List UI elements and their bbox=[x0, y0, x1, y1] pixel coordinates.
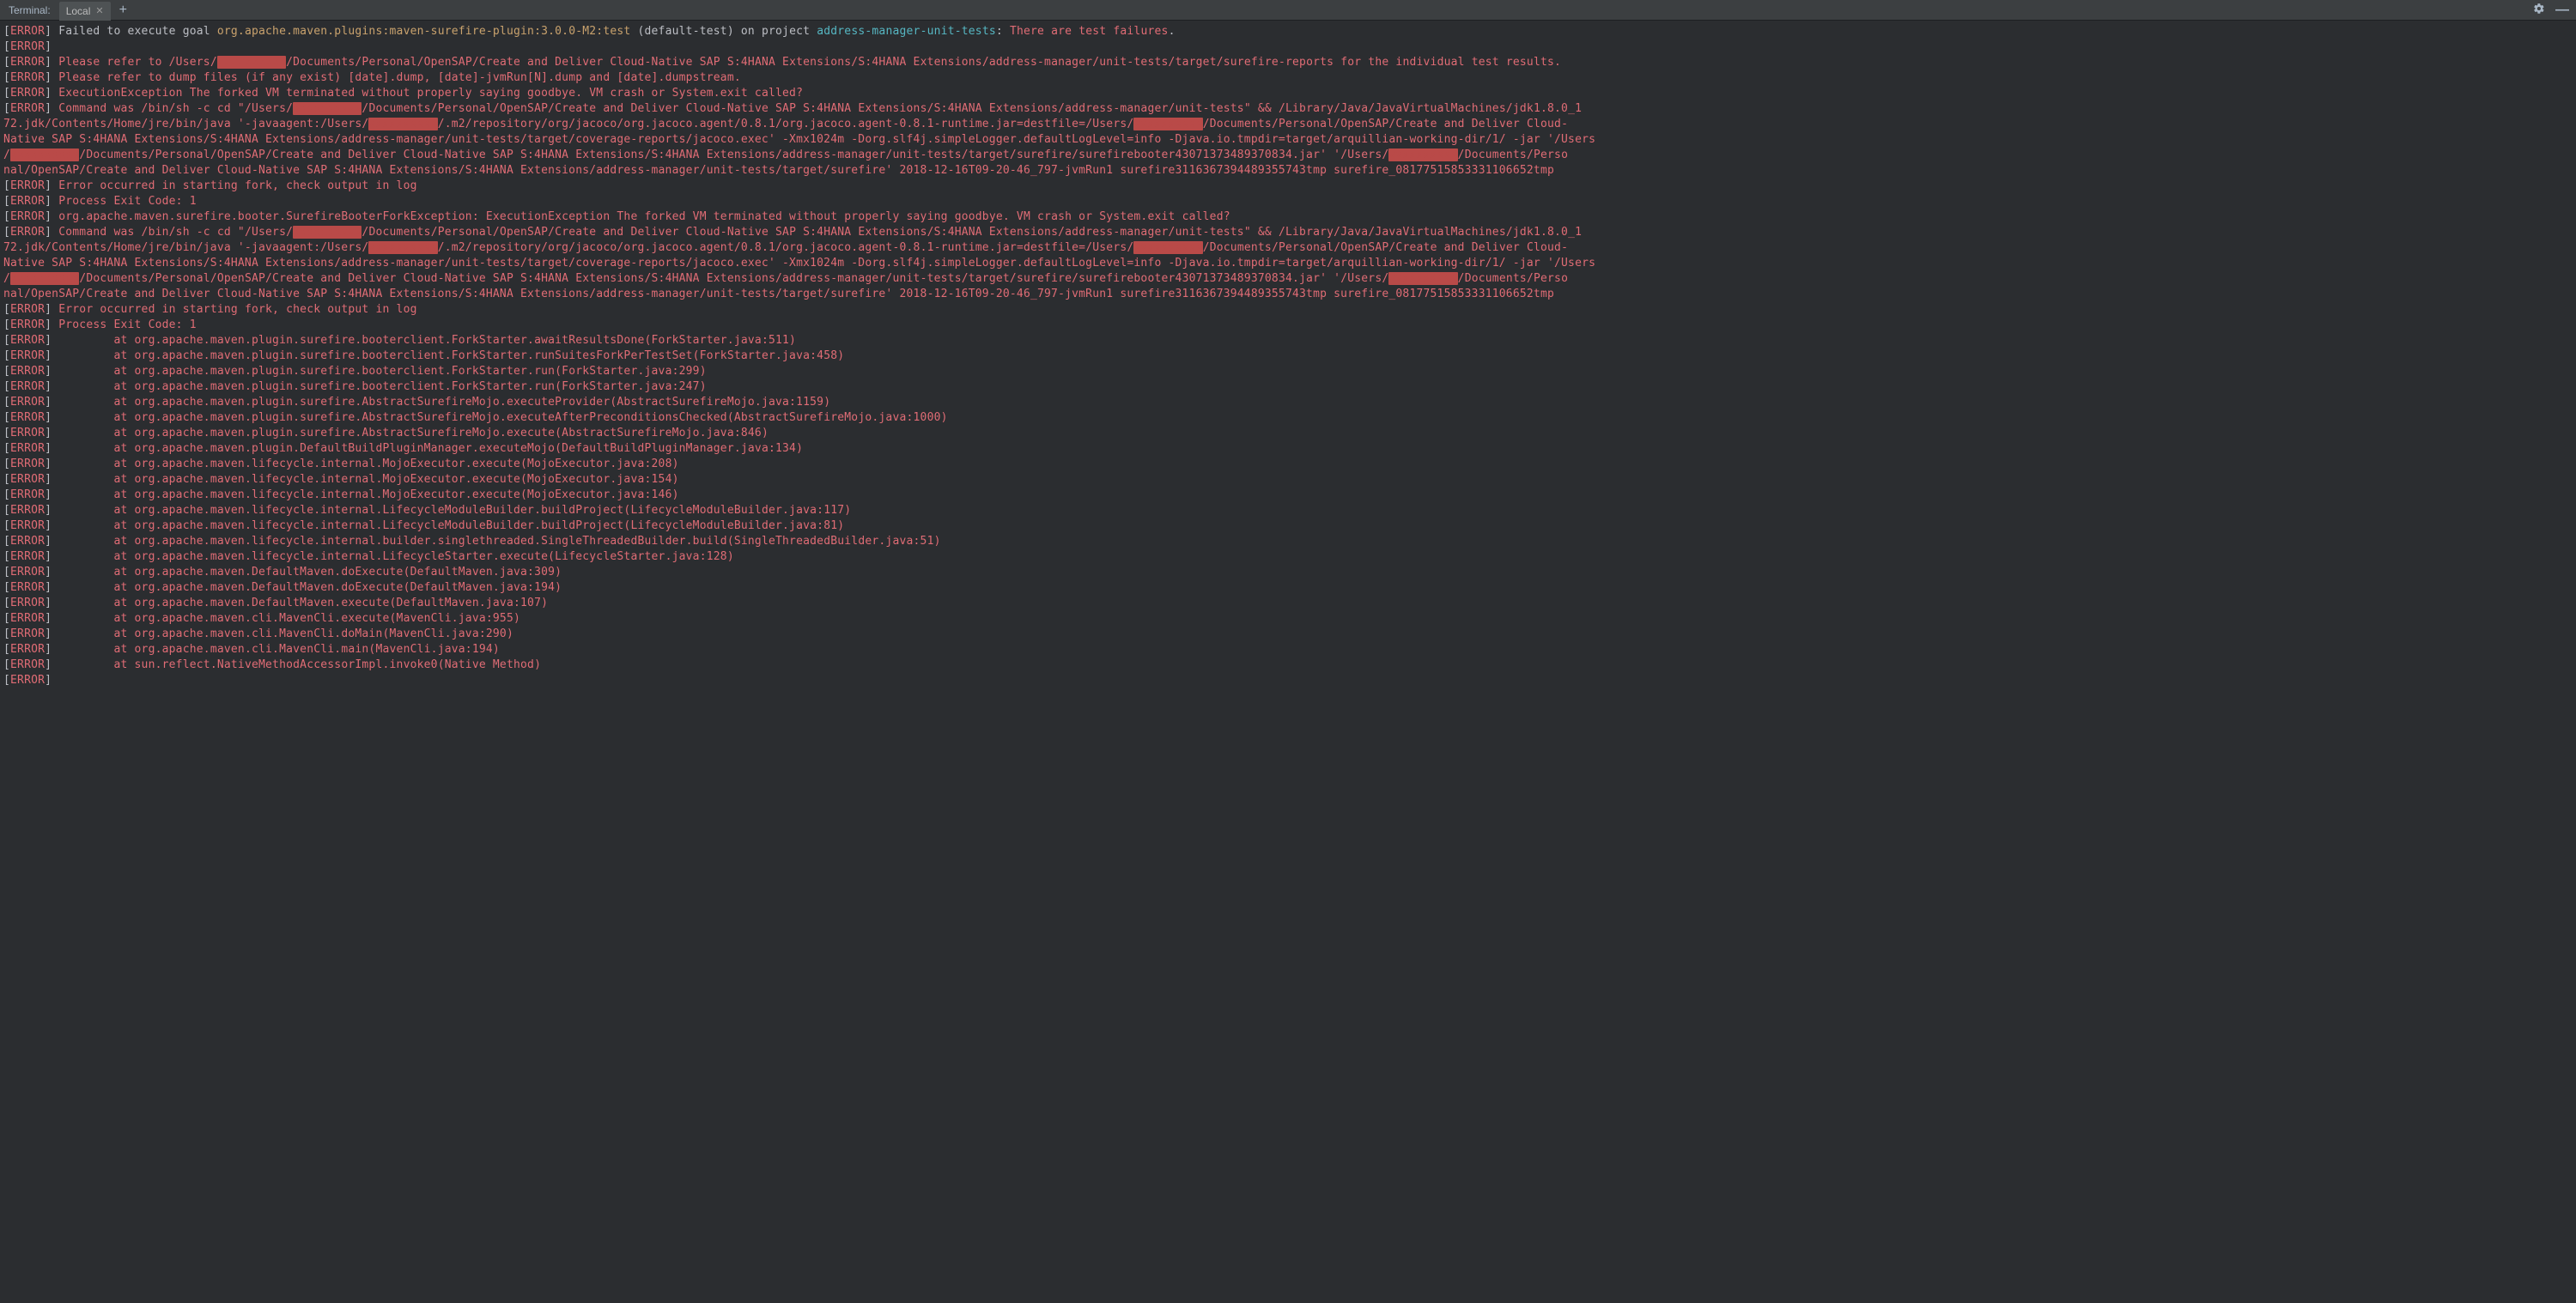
log-line: [ERROR] at org.apache.maven.lifecycle.in… bbox=[3, 549, 2573, 565]
log-line: Native SAP S:4HANA Extensions/S:4HANA Ex… bbox=[3, 256, 2573, 271]
log-line: [ERROR] at org.apache.maven.lifecycle.in… bbox=[3, 503, 2573, 518]
log-line: [ERROR] Process Exit Code: 1 bbox=[3, 318, 2573, 333]
redacted: xxxxxxxxxx bbox=[10, 148, 79, 161]
log-line: [ERROR] bbox=[3, 39, 2573, 55]
terminal-output[interactable]: [ERROR] Failed to execute goal org.apach… bbox=[0, 21, 2576, 692]
log-line: [ERROR] Command was /bin/sh -c cd "/User… bbox=[3, 225, 2573, 240]
log-line: 72.jdk/Contents/Home/jre/bin/java '-java… bbox=[3, 117, 2573, 132]
redacted: xxxxxxxxxx bbox=[1388, 148, 1457, 161]
log-line: nal/OpenSAP/Create and Deliver Cloud-Nat… bbox=[3, 163, 2573, 179]
terminal-header: Terminal: Local ✕ + — bbox=[0, 0, 2576, 21]
redacted: xxxxxxxxxx bbox=[1133, 118, 1202, 130]
log-line: [ERROR] Error occurred in starting fork,… bbox=[3, 302, 2573, 318]
log-line: /xxxxxxxxxx/Documents/Personal/OpenSAP/C… bbox=[3, 148, 2573, 163]
log-line: [ERROR] Please refer to /Users/xxxxxxxxx… bbox=[3, 55, 2573, 70]
tab-label: Local bbox=[66, 5, 91, 17]
log-line: [ERROR] ExecutionException The forked VM… bbox=[3, 86, 2573, 101]
log-line: [ERROR] org.apache.maven.surefire.booter… bbox=[3, 209, 2573, 225]
log-line: [ERROR] at org.apache.maven.DefaultMaven… bbox=[3, 596, 2573, 611]
log-line: Native SAP S:4HANA Extensions/S:4HANA Ex… bbox=[3, 132, 2573, 148]
log-line: [ERROR] at org.apache.maven.plugin.suref… bbox=[3, 395, 2573, 410]
log-line: [ERROR] at org.apache.maven.lifecycle.in… bbox=[3, 518, 2573, 534]
log-line: [ERROR] at org.apache.maven.plugin.Defau… bbox=[3, 441, 2573, 457]
log-line: [ERROR] at org.apache.maven.plugin.suref… bbox=[3, 348, 2573, 364]
log-line: [ERROR] Command was /bin/sh -c cd "/User… bbox=[3, 101, 2573, 117]
log-line: [ERROR] at org.apache.maven.plugin.suref… bbox=[3, 379, 2573, 395]
redacted: xxxxxxxxxx bbox=[10, 272, 79, 285]
log-line: [ERROR] at org.apache.maven.cli.MavenCli… bbox=[3, 627, 2573, 642]
redacted: xxxxxxxxxx bbox=[1133, 241, 1202, 254]
redacted: xxxxxxxxxx bbox=[1388, 272, 1457, 285]
log-line: [ERROR] at org.apache.maven.plugin.suref… bbox=[3, 426, 2573, 441]
log-line: [ERROR] at org.apache.maven.lifecycle.in… bbox=[3, 488, 2573, 503]
log-line: [ERROR] at org.apache.maven.plugin.suref… bbox=[3, 364, 2573, 379]
log-line: [ERROR] Failed to execute goal org.apach… bbox=[3, 24, 2573, 39]
close-icon[interactable]: ✕ bbox=[95, 5, 103, 16]
log-line: [ERROR] at org.apache.maven.cli.MavenCli… bbox=[3, 642, 2573, 658]
redacted: xxxxxxxxxx bbox=[217, 56, 286, 69]
log-line: /xxxxxxxxxx/Documents/Personal/OpenSAP/C… bbox=[3, 271, 2573, 287]
log-line: [ERROR] at org.apache.maven.DefaultMaven… bbox=[3, 580, 2573, 596]
log-line: [ERROR] at org.apache.maven.lifecycle.in… bbox=[3, 457, 2573, 472]
log-line: [ERROR] bbox=[3, 673, 2573, 688]
redacted: xxxxxxxxxx bbox=[293, 102, 361, 115]
log-line: [ERROR] at org.apache.maven.lifecycle.in… bbox=[3, 472, 2573, 488]
log-line: 72.jdk/Contents/Home/jre/bin/java '-java… bbox=[3, 240, 2573, 256]
log-line: [ERROR] at org.apache.maven.DefaultMaven… bbox=[3, 565, 2573, 580]
log-line: [ERROR] Please refer to dump files (if a… bbox=[3, 70, 2573, 86]
redacted: xxxxxxxxxx bbox=[368, 241, 437, 254]
log-line: [ERROR] at org.apache.maven.lifecycle.in… bbox=[3, 534, 2573, 549]
redacted: xxxxxxxxxx bbox=[368, 118, 437, 130]
redacted: xxxxxxxxxx bbox=[293, 226, 361, 239]
terminal-panel-title: Terminal: bbox=[0, 4, 59, 16]
log-line: [ERROR] at org.apache.maven.cli.MavenCli… bbox=[3, 611, 2573, 627]
log-line: nal/OpenSAP/Create and Deliver Cloud-Nat… bbox=[3, 287, 2573, 302]
log-line: [ERROR] Error occurred in starting fork,… bbox=[3, 179, 2573, 194]
log-line: [ERROR] at sun.reflect.NativeMethodAcces… bbox=[3, 658, 2573, 673]
log-line: [ERROR] at org.apache.maven.plugin.suref… bbox=[3, 410, 2573, 426]
minimize-icon[interactable]: — bbox=[2555, 3, 2569, 18]
gear-icon[interactable] bbox=[2533, 3, 2545, 18]
log-line: [ERROR] at org.apache.maven.plugin.suref… bbox=[3, 333, 2573, 348]
log-line: [ERROR] Process Exit Code: 1 bbox=[3, 194, 2573, 209]
terminal-tab-local[interactable]: Local ✕ bbox=[59, 2, 111, 21]
add-tab-button[interactable]: + bbox=[111, 3, 136, 18]
